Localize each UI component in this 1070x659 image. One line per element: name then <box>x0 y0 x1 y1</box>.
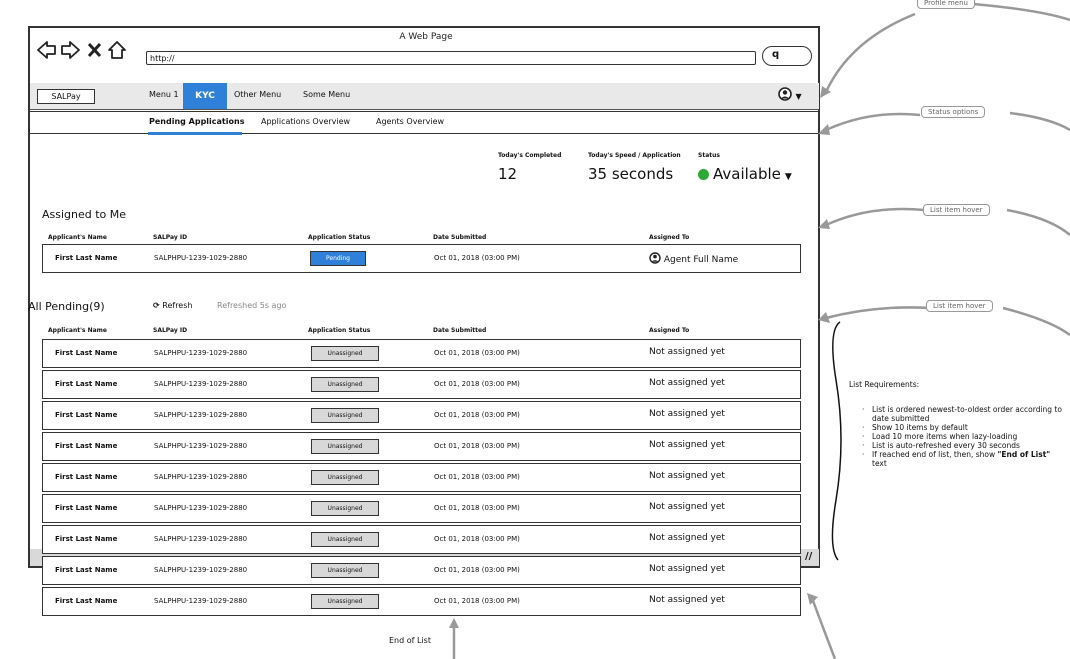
requirement-text: text <box>872 459 887 468</box>
requirement-item: List is auto-refreshed every 30 seconds <box>862 441 1067 450</box>
annotation-status-options: Status options <box>921 106 986 118</box>
requirement-item: Show 10 items by default <box>862 423 1067 432</box>
annotation-profile-menu: Profile menu <box>917 0 975 9</box>
annotation-list-item-hover: List item hover <box>926 300 993 312</box>
annotation-arrows <box>449 2 1070 659</box>
requirements-title: List Requirements: <box>849 380 920 389</box>
requirement-text: If reached end of list, then, show <box>872 450 998 459</box>
requirements-bracket <box>831 321 842 561</box>
requirement-bold-text: "End of List" <box>997 450 1051 459</box>
requirement-item: If reached end of list, then, show "End … <box>862 450 1067 468</box>
requirement-item: List is ordered newest-to-oldest order a… <box>862 405 1067 423</box>
requirement-item: Load 10 more items when lazy-loading <box>862 432 1067 441</box>
end-of-list-label: End of List <box>389 636 431 645</box>
annotation-list-item-hover: List item hover <box>923 204 990 216</box>
requirements-list: List is ordered newest-to-oldest order a… <box>862 405 1067 468</box>
